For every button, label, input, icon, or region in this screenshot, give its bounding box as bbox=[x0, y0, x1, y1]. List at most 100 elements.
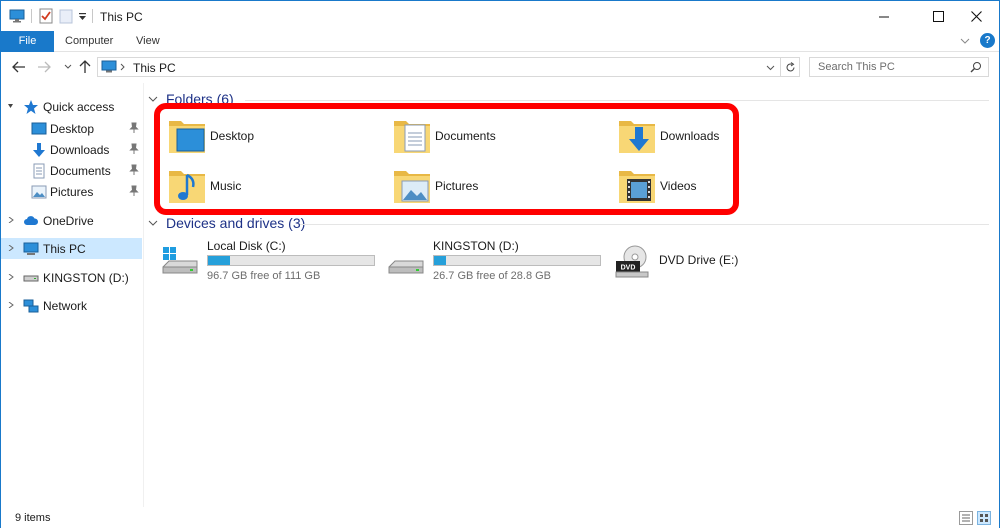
expand-ribbon-icon[interactable] bbox=[960, 38, 970, 44]
documents-icon bbox=[33, 163, 45, 178]
folder-videos[interactable]: Videos bbox=[617, 165, 837, 209]
network-icon bbox=[23, 299, 39, 312]
drive-kingston-d[interactable]: KINGSTON (D:) 26.7 GB free of 28.8 GB bbox=[387, 239, 617, 289]
search-icon[interactable] bbox=[970, 61, 982, 73]
downloads-icon bbox=[33, 142, 45, 157]
drive-usage-fill bbox=[208, 256, 230, 265]
address-dropdown-icon[interactable] bbox=[766, 65, 775, 71]
tab-view[interactable]: View bbox=[136, 31, 160, 52]
drive-usage-fill bbox=[434, 256, 446, 265]
address-bar[interactable]: This PC bbox=[97, 57, 781, 77]
folder-name: Music bbox=[210, 179, 242, 193]
chevron-down-icon bbox=[148, 220, 158, 226]
pin-icon[interactable] bbox=[129, 122, 139, 134]
music-folder-icon bbox=[169, 171, 205, 203]
search-placeholder: Search This PC bbox=[818, 61, 895, 73]
new-folder-icon[interactable] bbox=[59, 8, 73, 24]
drive-dvd-e[interactable]: DVD DVD Drive (E:) bbox=[613, 239, 843, 289]
navigation-pane: Quick access Desktop Downloads Documents… bbox=[1, 83, 144, 507]
pin-icon[interactable] bbox=[129, 164, 139, 176]
sidebar-item-network[interactable]: Network bbox=[1, 295, 142, 316]
folder-name: Pictures bbox=[435, 179, 479, 193]
drive-name: DVD Drive (E:) bbox=[659, 253, 739, 267]
chevron-down-icon[interactable] bbox=[8, 103, 14, 109]
drive-usage-bar bbox=[207, 255, 375, 266]
folder-name: Documents bbox=[435, 129, 496, 143]
window-title: This PC bbox=[100, 10, 143, 24]
folder-name: Downloads bbox=[660, 129, 720, 143]
star-icon bbox=[24, 99, 38, 114]
folder-music[interactable]: Music bbox=[167, 165, 387, 209]
minimize-button[interactable] bbox=[861, 1, 907, 31]
pin-icon[interactable] bbox=[129, 143, 139, 155]
sidebar-item-pictures[interactable]: Pictures bbox=[1, 181, 142, 202]
folder-desktop[interactable]: Desktop bbox=[167, 115, 387, 159]
sidebar-item-quick-access[interactable]: Quick access bbox=[1, 96, 142, 117]
chevron-right-icon[interactable] bbox=[8, 245, 14, 251]
videos-folder-icon bbox=[619, 171, 655, 203]
back-button[interactable] bbox=[12, 60, 26, 74]
sidebar-item-desktop[interactable]: Desktop bbox=[1, 118, 142, 139]
customize-toolbar-icon[interactable] bbox=[78, 12, 87, 21]
search-box[interactable]: Search This PC bbox=[809, 57, 989, 77]
chevron-right-icon[interactable] bbox=[8, 302, 14, 308]
tab-computer[interactable]: Computer bbox=[65, 31, 113, 52]
hard-drive-icon bbox=[162, 247, 198, 274]
sidebar-item-label: Pictures bbox=[50, 184, 94, 199]
details-view-icon[interactable] bbox=[959, 511, 973, 525]
usb-drive-icon bbox=[23, 275, 39, 281]
group-title: Devices and drives (3) bbox=[166, 215, 306, 231]
refresh-icon bbox=[786, 61, 794, 71]
maximize-icon bbox=[932, 10, 944, 22]
sidebar-item-label: Network bbox=[43, 298, 88, 313]
sidebar-item-this-pc[interactable]: This PC bbox=[1, 238, 142, 259]
forward-arrow-icon bbox=[38, 61, 51, 73]
close-icon bbox=[970, 10, 982, 22]
minimize-icon bbox=[878, 16, 889, 17]
folder-documents[interactable]: Documents bbox=[392, 115, 612, 159]
pin-icon[interactable] bbox=[129, 185, 139, 197]
up-arrow-icon bbox=[79, 60, 91, 73]
sidebar-item-documents[interactable]: Documents bbox=[1, 160, 142, 181]
chevron-right-icon[interactable] bbox=[8, 274, 14, 280]
sidebar-item-onedrive[interactable]: OneDrive bbox=[1, 210, 142, 231]
status-bar: 9 items bbox=[1, 507, 999, 528]
back-arrow-icon bbox=[12, 61, 25, 73]
sidebar-item-kingston[interactable]: KINGSTON (D:) bbox=[1, 267, 142, 288]
forward-button[interactable] bbox=[37, 60, 51, 74]
help-icon[interactable]: ? bbox=[980, 33, 995, 48]
desktop-icon bbox=[31, 122, 47, 134]
folder-pictures[interactable]: Pictures bbox=[392, 165, 612, 209]
svg-text:DVD: DVD bbox=[621, 265, 636, 272]
sidebar-item-label: Desktop bbox=[50, 121, 95, 136]
chevron-right-icon[interactable] bbox=[8, 217, 14, 223]
chevron-down-icon bbox=[148, 96, 158, 102]
large-icons-view-icon[interactable] bbox=[977, 511, 991, 525]
close-button[interactable] bbox=[953, 1, 999, 31]
this-pc-icon bbox=[101, 60, 117, 73]
breadcrumb: This PC bbox=[133, 61, 176, 75]
sidebar-item-label: Quick access bbox=[43, 99, 115, 114]
folders-group-header[interactable]: Folders (6) bbox=[148, 91, 234, 107]
folder-name: Desktop bbox=[210, 129, 255, 143]
dvd-drive-icon: DVD bbox=[615, 245, 649, 278]
properties-icon[interactable] bbox=[38, 8, 54, 24]
pictures-icon bbox=[31, 185, 47, 198]
tab-file[interactable]: File bbox=[1, 31, 54, 52]
address-row: This PC Search This PC bbox=[1, 52, 999, 83]
sidebar-item-label: Documents bbox=[50, 163, 111, 178]
chevron-down-icon bbox=[64, 64, 72, 69]
group-title: Folders (6) bbox=[166, 91, 234, 107]
recent-locations-button[interactable] bbox=[61, 60, 75, 74]
sidebar-item-label: Downloads bbox=[50, 142, 110, 157]
folder-downloads[interactable]: Downloads bbox=[617, 115, 837, 159]
sidebar-item-label: KINGSTON (D:) bbox=[43, 270, 129, 285]
this-pc-icon bbox=[9, 9, 25, 23]
drive-local-disk-c[interactable]: Local Disk (C:) 96.7 GB free of 111 GB bbox=[161, 239, 391, 289]
ribbon-tabs: File Computer View ? bbox=[1, 31, 999, 52]
refresh-button[interactable] bbox=[781, 57, 800, 77]
cloud-icon bbox=[24, 215, 39, 225]
up-button[interactable] bbox=[78, 60, 92, 74]
drives-group-header[interactable]: Devices and drives (3) bbox=[148, 215, 305, 231]
sidebar-item-downloads[interactable]: Downloads bbox=[1, 139, 142, 160]
